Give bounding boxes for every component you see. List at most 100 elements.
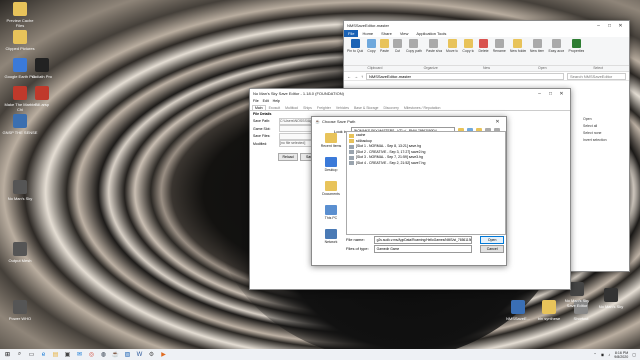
minimize-icon[interactable]: – [593, 23, 604, 29]
ribbon-button[interactable]: Easy access [548, 39, 564, 63]
search-input[interactable]: Search NMSSaveEditor [567, 72, 626, 80]
editor-tab[interactable]: Discovery [381, 106, 400, 110]
ribbon-button[interactable]: Delete [478, 39, 489, 63]
ribbon-button[interactable]: Properties [568, 39, 584, 63]
desktop-icon[interactable]: No Man's Sky [2, 180, 38, 201]
back-arrow-icon[interactable]: ← [347, 74, 351, 79]
mail-icon[interactable]: ✉ [75, 350, 84, 359]
desktop-icon[interactable]: GNSP THE SENSE [2, 114, 38, 135]
word-icon[interactable]: W [135, 350, 144, 359]
up-arrow-icon[interactable]: ↑ [361, 74, 363, 79]
ribbon-button[interactable]: Copy path [406, 39, 422, 63]
side-item[interactable]: Open [583, 116, 627, 123]
notifications-icon[interactable]: ▢ [632, 352, 636, 357]
search-icon[interactable]: ⌕ [15, 350, 24, 359]
file-name: [Slot 4 - CREATIVE - Sep 2, 21:52] save7… [356, 160, 426, 165]
explorer-titlebar[interactable]: NMSSaveEditor-master – □ ✕ [344, 21, 629, 30]
ribbon-button[interactable]: New item [530, 39, 544, 63]
ribbon-tab[interactable]: Home [358, 30, 377, 37]
editor-tab[interactable]: Main [252, 105, 266, 110]
ribbon-button[interactable]: Paste shortcut [426, 39, 442, 63]
desktop-icon[interactable]: Output Mesh [2, 242, 38, 263]
chrome-icon[interactable]: ◎ [87, 350, 96, 359]
desktop-icon[interactable]: Preview Cache Files [2, 2, 38, 28]
settings-icon[interactable]: ⚙ [147, 350, 156, 359]
file-type-select[interactable]: Gamedir Game [373, 244, 473, 253]
edge-icon[interactable]: e [39, 350, 48, 359]
place-item[interactable]: Desktop [316, 157, 346, 179]
choose-save-path-dialog[interactable]: ☕ Choose Save Path ✕ Look in: [NOMAN'S S… [311, 116, 507, 266]
ribbon-button-icon [551, 39, 561, 48]
task-view-icon[interactable]: ▭ [27, 350, 36, 359]
desktop-icon[interactable]: bin synthese [534, 300, 564, 321]
ribbon-button[interactable]: New folder [510, 39, 526, 63]
desktop-icon-label: Shortcut [573, 316, 589, 321]
close-icon[interactable]: ✕ [556, 91, 567, 97]
clock[interactable]: 8:16 PM 9/8/2020 [614, 351, 628, 359]
place-item[interactable]: Recent Items [316, 133, 346, 155]
forward-arrow-icon[interactable]: → [354, 74, 358, 79]
file-row[interactable]: [Slot 4 - CREATIVE - Sep 2, 21:52] save7… [349, 161, 503, 167]
media-icon[interactable]: ▶ [159, 350, 168, 359]
ribbon-button[interactable]: Copy [367, 39, 376, 63]
explorer-icon[interactable]: ▤ [51, 350, 60, 359]
side-item[interactable]: Select all [583, 123, 627, 130]
ribbon-tab[interactable]: File [344, 30, 359, 37]
place-item[interactable]: This PC [316, 205, 346, 227]
ribbon-tab[interactable]: View [396, 30, 413, 37]
cancel-button[interactable]: Cancel [480, 244, 504, 253]
editor-tab[interactable]: Vehicles [334, 106, 351, 110]
store-icon[interactable]: ▣ [63, 350, 72, 359]
ribbon-button[interactable]: Pin to Quick access [347, 39, 363, 63]
desktop-icon[interactable]: Power WHO [2, 300, 38, 321]
dialog-titlebar[interactable]: ☕ Choose Save Path ✕ [312, 117, 506, 126]
editor-tab[interactable]: Freighter [315, 106, 333, 110]
ribbon-button[interactable]: Copy to [462, 39, 474, 63]
editor-tab[interactable]: Exosuit [267, 106, 282, 110]
volume-icon[interactable]: ♪ [608, 352, 610, 357]
editor-tab[interactable]: Ships [301, 106, 314, 110]
address-bar[interactable]: NMSSaveEditor-master [366, 72, 564, 80]
minimize-icon[interactable]: – [534, 91, 545, 97]
maximize-icon[interactable]: □ [604, 23, 615, 29]
chevron-up-icon[interactable]: ⌃ [593, 352, 596, 357]
desktop-icon[interactable]: No Man's Sky [596, 288, 626, 309]
ribbon-button[interactable]: Cut [393, 39, 402, 63]
ribbon-button-icon [380, 39, 389, 48]
steam-icon[interactable]: ◍ [99, 350, 108, 359]
menu-item[interactable]: Edit [263, 99, 269, 103]
close-icon[interactable]: ✕ [615, 23, 626, 29]
maximize-icon[interactable]: □ [545, 91, 556, 97]
file-name-input[interactable]: g2s.sudk.v.ms/AppData/Roaming/HelloGames… [373, 235, 473, 244]
editor-tab[interactable]: Milestones / Reputation [402, 106, 443, 110]
editor-tab[interactable]: Multitool [283, 106, 300, 110]
desktop-icon[interactable]: Goliath Pro [24, 58, 60, 79]
ribbon-button[interactable]: Paste [380, 39, 389, 63]
menu-item[interactable]: Help [273, 99, 280, 103]
ribbon-button-label: Pin to Quick access [347, 49, 363, 53]
side-item[interactable]: Select none [583, 130, 627, 137]
editor-titlebar[interactable]: No Man's Sky Save Editor - 1.18.0 (FOUND… [250, 89, 570, 98]
ribbon-tab[interactable]: Share [377, 30, 396, 37]
reload-button[interactable]: Reload [278, 153, 298, 161]
java-icon[interactable]: ☕ [111, 350, 120, 359]
place-item[interactable]: Network [316, 229, 346, 251]
photos-icon[interactable]: ▨ [123, 350, 132, 359]
network-icon[interactable]: ◉ [601, 352, 605, 357]
side-item[interactable]: Invert selection [583, 137, 627, 144]
ribbon-button[interactable]: Move to [446, 39, 458, 63]
field-label: Modified: [253, 141, 268, 146]
open-button[interactable]: Open [480, 235, 504, 244]
desktop-icon[interactable]: Clipped Pictures [2, 30, 38, 51]
editor-tab[interactable]: Base & Storage [352, 106, 381, 110]
ribbon-button[interactable]: Rename [493, 39, 506, 63]
place-item[interactable]: Documents [316, 181, 346, 203]
desktop-icon[interactable]: Bill.arsp [24, 86, 60, 107]
system-tray: ⌃ ◉ ♪ 8:16 PM 9/8/2020 ▢ [593, 351, 640, 359]
close-icon[interactable]: ✕ [492, 119, 503, 125]
menu-item[interactable]: File [253, 99, 259, 103]
ribbon-tab[interactable]: Application Tools [412, 30, 450, 37]
file-list[interactable]: cache st4backup [Slot 1 - NORMAL - Sep 8, … [346, 131, 506, 235]
desktop-icon[interactable]: NMSSaveE... [503, 300, 533, 321]
start-icon[interactable]: ⊞ [3, 350, 12, 359]
